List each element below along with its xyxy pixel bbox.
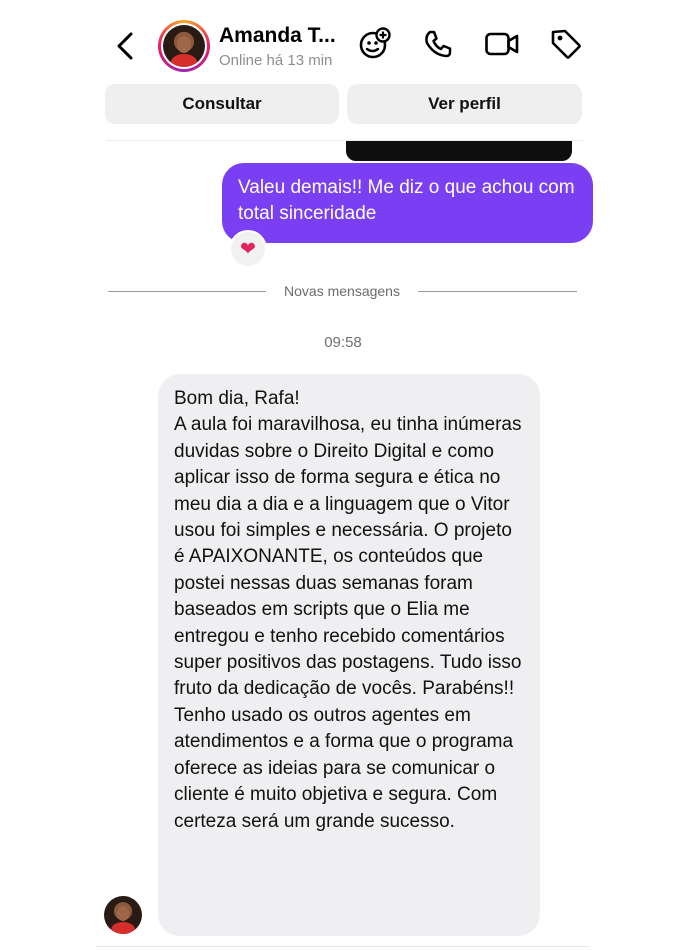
message-timestamp: 09:58 [324, 334, 362, 351]
tag-button[interactable] [548, 26, 584, 62]
sender-avatar[interactable] [104, 896, 142, 934]
separator-line-left [108, 291, 266, 292]
call-button[interactable] [420, 26, 456, 62]
tag-icon [551, 29, 581, 59]
separator-line-right [418, 291, 577, 292]
message-paragraph: Tenho usado os outros agentes em atendim… [174, 704, 514, 832]
consult-button[interactable]: Consultar [105, 84, 339, 124]
view-profile-button[interactable]: Ver perfil [347, 84, 582, 124]
back-button[interactable] [110, 28, 140, 64]
message-paragraph: Bom dia, Rafa! [174, 388, 300, 409]
phone-icon [425, 30, 452, 58]
outgoing-message-bubble[interactable]: Valeu demais!! Me diz o que achou com to… [222, 163, 593, 243]
contact-name[interactable]: Amanda T... [219, 24, 336, 48]
sticker-add-icon [359, 27, 391, 59]
heart-icon: ❤ [240, 238, 256, 260]
contact-avatar[interactable] [158, 20, 210, 72]
contact-status: Online há 13 min [219, 52, 333, 69]
chat-header: Amanda T... Online há 13 min [0, 0, 686, 86]
heart-reaction[interactable]: ❤ [229, 230, 267, 268]
new-messages-separator: Novas mensagens [284, 283, 400, 299]
chevron-left-icon [117, 32, 133, 60]
bottom-divider [96, 946, 590, 947]
video-call-button[interactable] [484, 26, 520, 62]
message-paragraph: A aula foi maravilhosa, eu tinha inúmera… [174, 414, 522, 700]
incoming-message-bubble[interactable]: Bom dia, Rafa! A aula foi maravilhosa, e… [158, 374, 540, 936]
video-camera-icon [485, 32, 519, 56]
sticker-button[interactable] [356, 26, 392, 62]
outgoing-message-text: Valeu demais!! Me diz o que achou com to… [238, 177, 575, 224]
previous-media-message[interactable] [346, 141, 572, 161]
